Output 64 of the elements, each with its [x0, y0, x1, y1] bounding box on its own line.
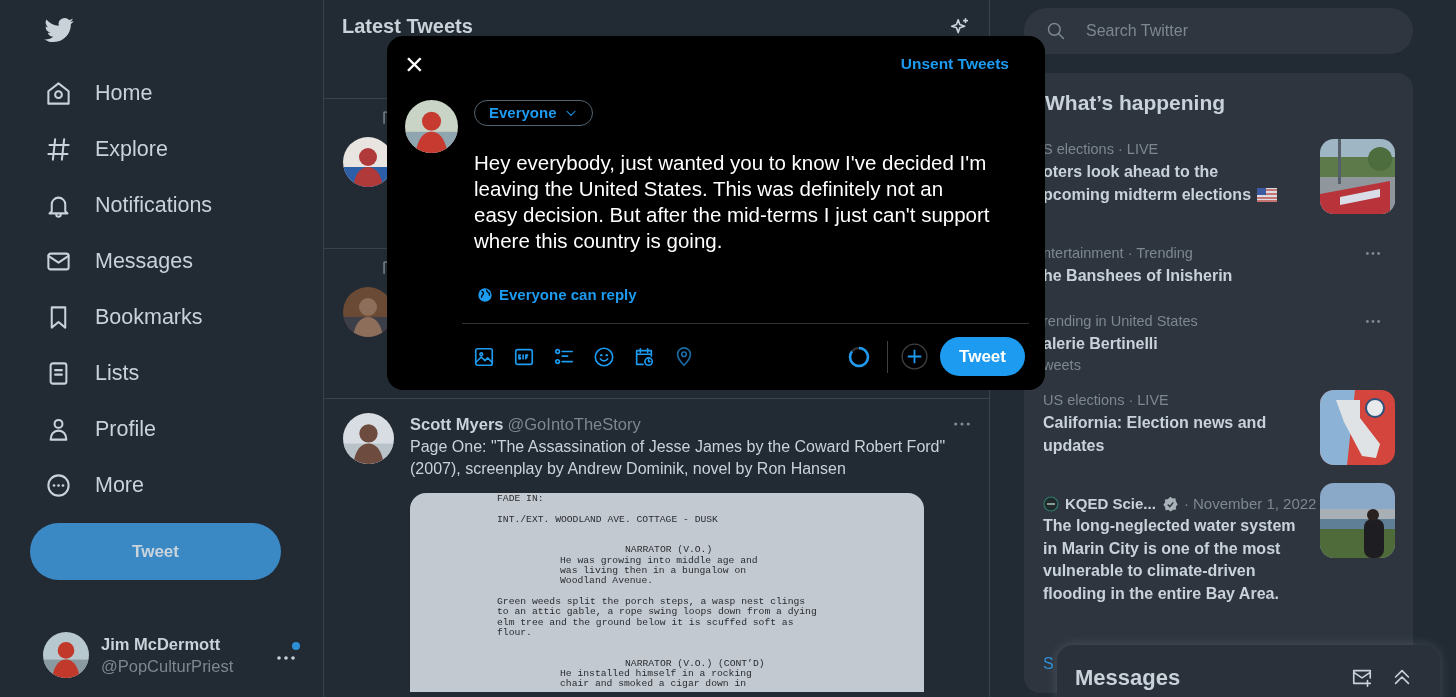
globe-icon — [477, 287, 493, 304]
hashtag-icon — [45, 135, 72, 163]
screenplay-line: chair and smoked a cigar down in — [559, 679, 747, 690]
trend-title: flooding in the entire Bay Area. — [1043, 583, 1279, 604]
screenplay-line: was living then in a bungalow on — [559, 566, 748, 577]
tweet-text: Page One: "The Assassination of Jesse James by the Coward Robert Ford" (2007), screenplay by Andrew Dominik, novel by Ron Hansen — [410, 437, 947, 479]
more-options-icon[interactable] — [953, 421, 971, 427]
section-title: What’s happening — [1044, 90, 1227, 116]
screenplay-line: elm tree and the ground below it is scuffed soft as — [497, 617, 795, 628]
screenplay-line: FADE IN: — [497, 494, 545, 505]
news-logo-icon — [1043, 496, 1059, 512]
bird-icon[interactable] — [43, 17, 75, 45]
screenplay-line: NARRATOR (V.O.) (CONT’D) — [624, 658, 766, 669]
trend-title: oters look ahead to the — [1043, 162, 1219, 183]
emoji-icon[interactable] — [593, 345, 615, 368]
drawer-title: Messages — [1075, 664, 1181, 692]
avatar — [405, 100, 458, 154]
screenplay-line: NARRATOR (V.O.) — [624, 545, 714, 556]
screenplay-line: INT./EXT. WOODLAND AVE. COTTAGE - DUSK — [497, 514, 719, 525]
nav-item[interactable]: Profile — [0, 401, 323, 457]
nav-item[interactable]: Messages — [0, 233, 323, 289]
search-icon — [1046, 21, 1066, 41]
nav-item[interactable]: Notifications — [0, 177, 323, 233]
trend-title: The long-neglected water system — [1043, 516, 1296, 537]
author-name: Scott Myers — [410, 413, 504, 435]
author-handle: @GoIntoTheStory — [507, 413, 641, 435]
nav-item[interactable]: Home — [0, 65, 323, 121]
trend-title: in Marin City is one of the most — [1043, 538, 1281, 559]
add-icon[interactable] — [901, 343, 928, 371]
schedule-icon[interactable] — [633, 345, 655, 368]
account-name: Jim McDermott — [101, 634, 222, 655]
nav-item[interactable]: Lists — [0, 345, 323, 401]
screenplay-line: to an attic gable, a rope swing loops down from a dying — [497, 607, 818, 618]
progress-ring-icon — [847, 344, 871, 369]
more-icon — [45, 471, 72, 499]
nav-item[interactable]: Bookmarks — [0, 289, 323, 345]
screenplay-line: He was growing into middle age and — [559, 555, 759, 566]
trend-context: US elections · LIVE — [1043, 391, 1170, 410]
reply-setting-button[interactable]: Everyone can reply — [477, 284, 637, 307]
screenplay-line: Green weeds split the porch steps, a wasp nest clings — [497, 596, 807, 607]
trend-title: alerie Bertinelli — [1043, 333, 1158, 354]
more-options-icon[interactable] — [276, 655, 296, 661]
search-field[interactable]: Search Twitter — [1024, 8, 1413, 54]
trend-context: ntertainment · Trending — [1043, 244, 1194, 263]
home-icon — [45, 79, 72, 107]
screenplay-line: Woodland Avenue. — [559, 576, 654, 587]
news-date: · November 1, 2022 — [1183, 493, 1317, 514]
nav-item[interactable]: More — [0, 457, 323, 513]
news-source: KQED Scie... — [1065, 493, 1156, 514]
unsent-tweets-link[interactable]: Unsent Tweets — [900, 51, 1009, 76]
timeline-title: Latest Tweets — [342, 15, 473, 37]
tweet-input[interactable]: Hey everybody, just wanted you to know I've decided I'm leaving the United States. This was definitely not an easy decision. But after the mid-terms I just can't support where this country is going. — [474, 150, 992, 255]
image-icon[interactable] — [473, 345, 495, 368]
trend-title: vulnerable to climate-driven — [1043, 561, 1256, 582]
trend-title: California: Election news and — [1043, 413, 1267, 434]
avatar — [343, 413, 394, 464]
account-handle: @PopCulturPriest — [101, 656, 234, 677]
trend-title: updates — [1043, 435, 1105, 456]
close-button[interactable]: × — [405, 47, 424, 80]
nav-item[interactable]: Explore — [0, 121, 323, 177]
screenplay-line: flour. — [497, 627, 533, 639]
screenplay-line: He installed himself in a rocking — [559, 669, 752, 680]
avatar — [43, 632, 89, 678]
trend-title: pcoming midterm elections — [1043, 184, 1252, 205]
